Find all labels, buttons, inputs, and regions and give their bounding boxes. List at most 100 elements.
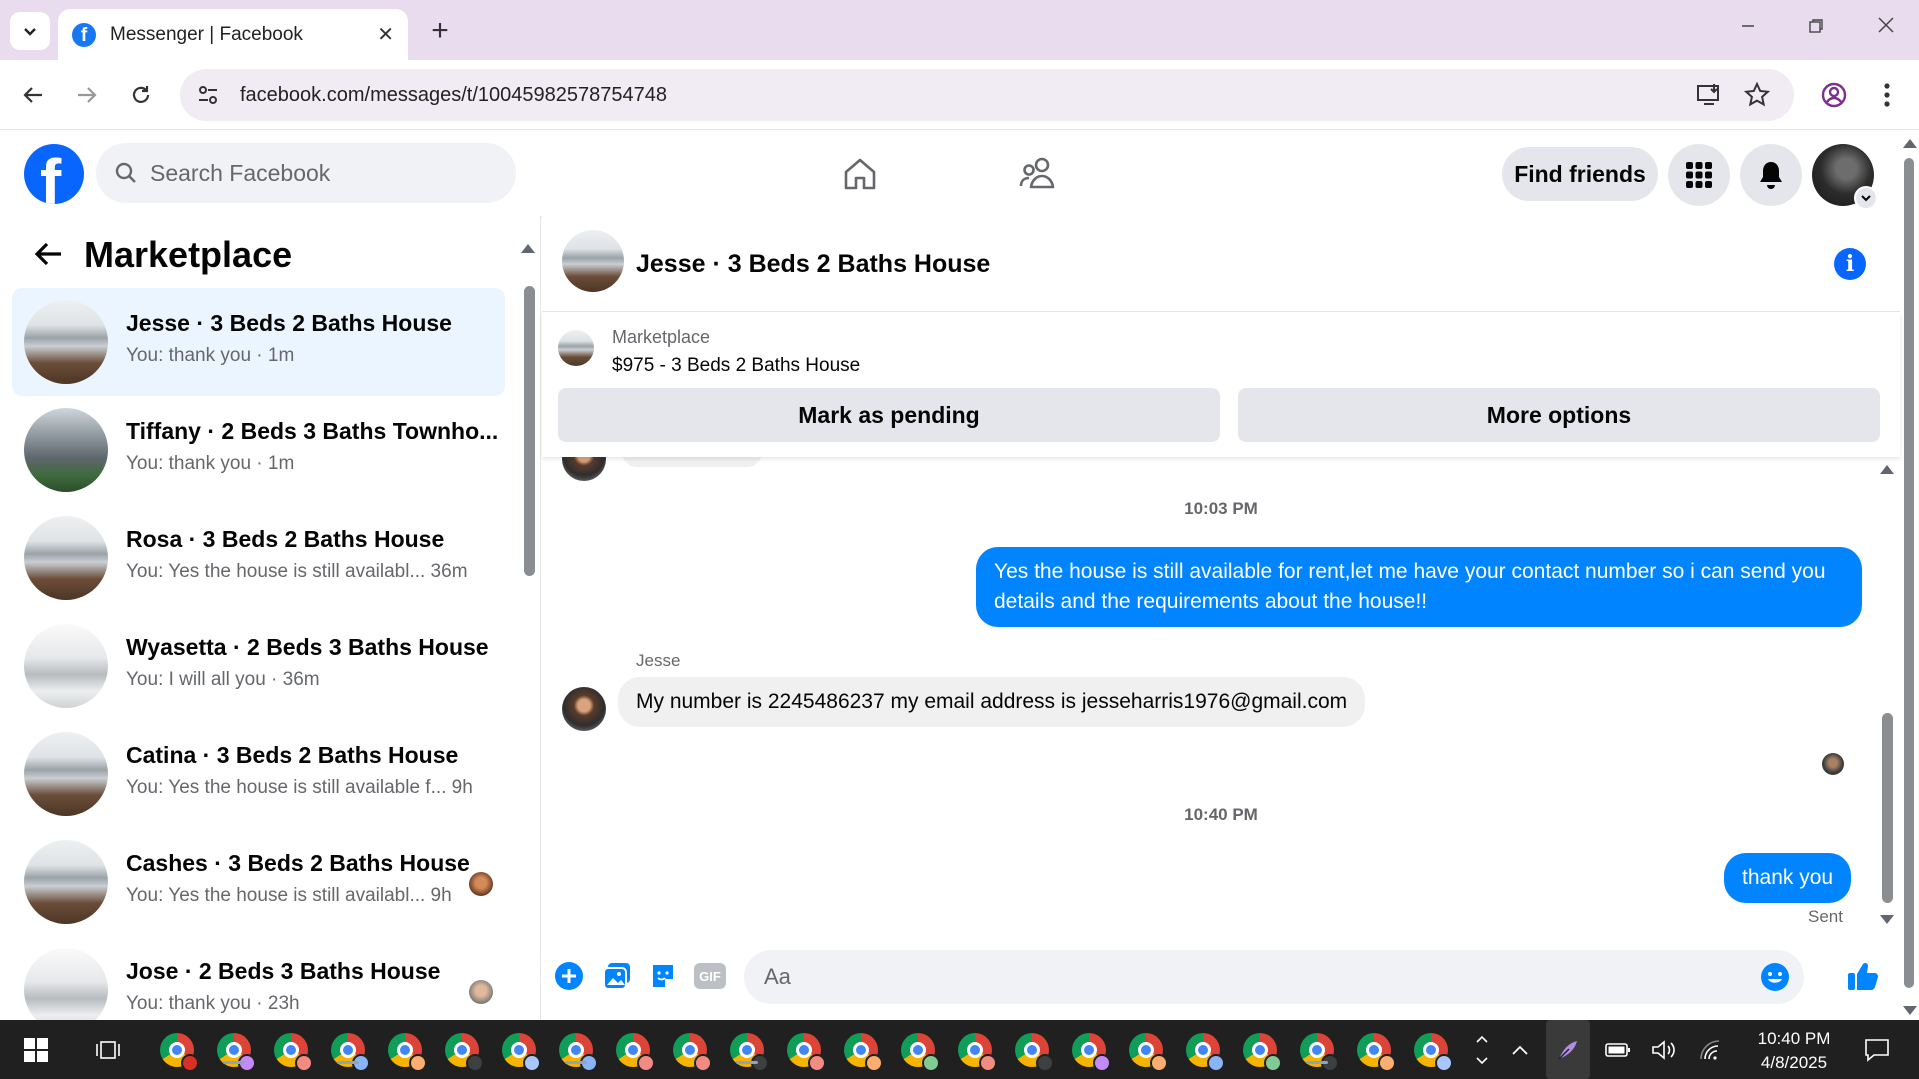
chrome-taskbar-icon[interactable] — [901, 1033, 940, 1072]
incoming-message[interactable]: My number is 2245486237 my email address… — [618, 677, 1366, 727]
find-friends-button[interactable]: Find friends — [1502, 147, 1658, 201]
chrome-taskbar-icon[interactable] — [559, 1033, 598, 1072]
conversation-item[interactable]: Wyasetta · 2 Beds 3 Baths House You: I w… — [12, 612, 505, 720]
menu-button[interactable] — [1668, 144, 1730, 206]
chrome-taskbar-icon[interactable] — [388, 1033, 427, 1072]
scroll-up-arrow-icon[interactable] — [1880, 465, 1894, 474]
url-text: facebook.com/messages/t/1004598257875474… — [240, 83, 667, 106]
sidebar-scrollbar-thumb[interactable] — [524, 286, 535, 576]
chrome-taskbar-icon[interactable] — [331, 1033, 370, 1072]
outgoing-message[interactable]: Yes the house is still available for ren… — [976, 547, 1862, 627]
message-bubble-partial — [622, 457, 762, 467]
friends-nav-button[interactable] — [1016, 152, 1060, 196]
chrome-taskbar-icon[interactable] — [844, 1033, 883, 1072]
volume-icon[interactable] — [1646, 1020, 1682, 1079]
sidebar-scrollbar[interactable] — [520, 236, 536, 1031]
sender-avatar[interactable] — [562, 687, 606, 731]
back-button[interactable] — [14, 76, 52, 114]
install-app-icon[interactable] — [1696, 69, 1722, 121]
chrome-taskbar-icon[interactable] — [958, 1033, 997, 1072]
home-icon — [844, 158, 876, 190]
search-facebook-input[interactable]: Search Facebook — [96, 143, 516, 203]
chrome-taskbar-icon[interactable] — [1357, 1033, 1396, 1072]
facebook-logo[interactable]: f — [24, 144, 84, 204]
home-nav-button[interactable] — [838, 152, 882, 196]
chrome-taskbar-icon[interactable] — [274, 1033, 313, 1072]
message-scrollbar-thumb[interactable] — [1882, 713, 1893, 903]
address-bar[interactable]: facebook.com/messages/t/1004598257875474… — [180, 69, 1794, 121]
show-hidden-icons-button[interactable] — [1504, 1020, 1536, 1079]
notifications-button[interactable] — [1740, 144, 1802, 206]
gif-button[interactable]: GIF — [692, 959, 728, 993]
outgoing-message[interactable]: thank you — [1724, 853, 1852, 903]
more-actions-button[interactable] — [552, 959, 586, 993]
profile-badge — [922, 1054, 940, 1072]
scroll-down-arrow-icon[interactable] — [1903, 1006, 1917, 1015]
taskbar-clock[interactable]: 10:40 PM 4/8/2025 — [1736, 1027, 1852, 1075]
notification-center-button[interactable] — [1852, 1020, 1902, 1079]
chat-listing-avatar[interactable] — [562, 230, 624, 292]
page-scrollbar[interactable] — [1900, 130, 1919, 1020]
chrome-taskbar-icon[interactable] — [787, 1033, 826, 1072]
chrome-taskbar-icon[interactable] — [1243, 1033, 1282, 1072]
bookmark-star-icon[interactable] — [1744, 69, 1770, 121]
browser-menu-button[interactable] — [1868, 76, 1906, 114]
chrome-taskbar-icon[interactable] — [673, 1033, 712, 1072]
page-scrollbar-thumb[interactable] — [1904, 158, 1914, 988]
restore-window-icon[interactable] — [1796, 14, 1836, 40]
listing-price[interactable]: $975 - 3 Beds 2 Baths House — [612, 355, 860, 377]
profile-badge — [979, 1054, 997, 1072]
conversation-item[interactable]: Jesse · 3 Beds 2 Baths House You: thank … — [12, 288, 505, 396]
chat-title[interactable]: Jesse · 3 Beds 2 Baths House — [636, 250, 990, 279]
listing-thumbnail[interactable] — [558, 330, 594, 366]
chrome-taskbar-icon[interactable] — [730, 1033, 769, 1072]
search-placeholder: Search Facebook — [150, 159, 331, 186]
forward-button[interactable] — [68, 76, 106, 114]
conversation-item[interactable]: Rosa · 3 Beds 2 Baths House You: Yes the… — [12, 504, 505, 612]
like-send-button[interactable] — [1844, 959, 1882, 993]
minimize-window-icon[interactable] — [1728, 14, 1768, 40]
message-input[interactable]: Aa — [744, 950, 1804, 1004]
attach-photo-button[interactable] — [600, 959, 634, 993]
task-view-button[interactable] — [86, 1020, 130, 1079]
message-scrollbar[interactable] — [1878, 457, 1896, 933]
account-avatar[interactable] — [1812, 144, 1878, 210]
close-tab-icon[interactable]: ✕ — [377, 22, 394, 47]
browser-tab-messenger[interactable]: f Messenger | Facebook ✕ — [58, 9, 408, 60]
start-button[interactable] — [14, 1020, 58, 1079]
conversation-item[interactable]: Catina · 3 Beds 2 Baths House You: Yes t… — [12, 720, 505, 828]
chrome-taskbar-icon[interactable] — [217, 1033, 256, 1072]
sticker-button[interactable] — [646, 959, 680, 993]
taskbar-scroll-button[interactable] — [1470, 1020, 1494, 1079]
profile-button[interactable] — [1815, 76, 1853, 114]
scroll-up-arrow-icon[interactable] — [1903, 139, 1917, 148]
chrome-taskbar-icon[interactable] — [160, 1033, 199, 1072]
chrome-taskbar-icon[interactable] — [445, 1033, 484, 1072]
reload-button[interactable] — [122, 76, 160, 114]
chrome-taskbar-icon[interactable] — [1072, 1033, 1111, 1072]
scroll-down-arrow-icon[interactable] — [1880, 915, 1894, 924]
emoji-icon[interactable] — [1760, 962, 1790, 992]
chrome-taskbar-icon[interactable] — [1015, 1033, 1054, 1072]
chrome-taskbar-icon[interactable] — [502, 1033, 541, 1072]
chrome-taskbar-icon[interactable] — [1186, 1033, 1225, 1072]
site-settings-icon[interactable] — [196, 83, 220, 107]
conversation-item[interactable]: Cashes · 3 Beds 2 Baths House You: Yes t… — [12, 828, 505, 936]
profile-badge — [1435, 1054, 1453, 1072]
more-options-button[interactable]: More options — [1238, 388, 1880, 442]
battery-icon[interactable] — [1600, 1020, 1636, 1079]
conversation-info-icon[interactable]: i — [1834, 248, 1866, 280]
chrome-taskbar-icon[interactable] — [616, 1033, 655, 1072]
conversation-item[interactable]: Tiffany · 2 Beds 3 Baths Townho... You: … — [12, 396, 505, 504]
mark-as-pending-button[interactable]: Mark as pending — [558, 388, 1220, 442]
chrome-taskbar-icon[interactable] — [1300, 1033, 1339, 1072]
new-tab-button[interactable]: + — [422, 14, 458, 48]
scroll-up-arrow-icon[interactable] — [521, 244, 535, 253]
network-icon[interactable] — [1692, 1020, 1728, 1079]
close-window-icon[interactable] — [1866, 14, 1906, 40]
chrome-taskbar-icon[interactable] — [1129, 1033, 1168, 1072]
back-to-chats-button[interactable] — [30, 236, 66, 272]
tab-search-button[interactable] — [10, 12, 50, 50]
pen-tray-icon[interactable] — [1546, 1020, 1590, 1079]
chrome-taskbar-icon[interactable] — [1414, 1033, 1453, 1072]
